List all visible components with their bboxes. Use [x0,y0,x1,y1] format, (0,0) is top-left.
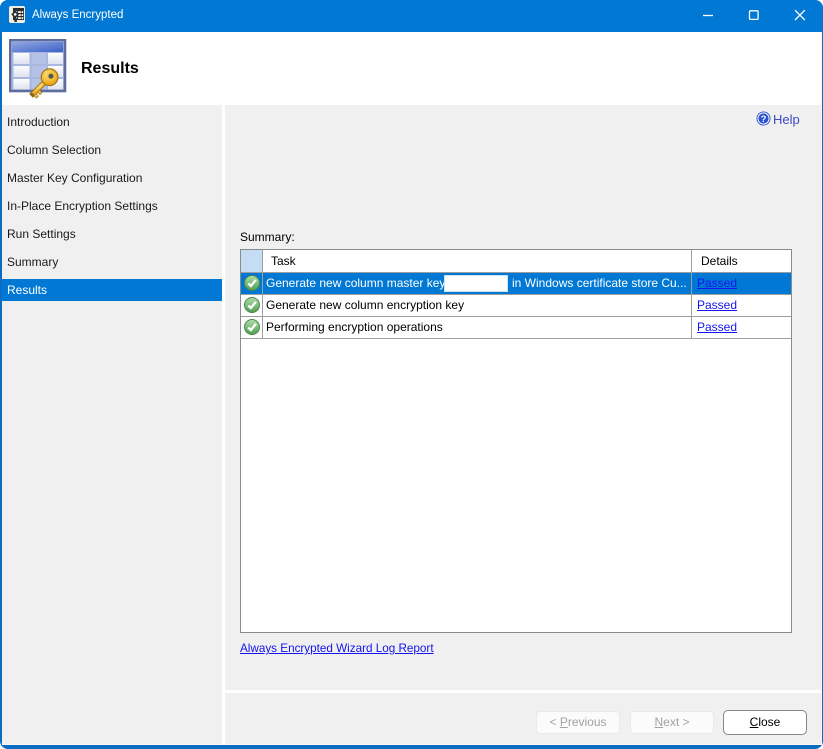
svg-text:?: ? [761,114,767,125]
